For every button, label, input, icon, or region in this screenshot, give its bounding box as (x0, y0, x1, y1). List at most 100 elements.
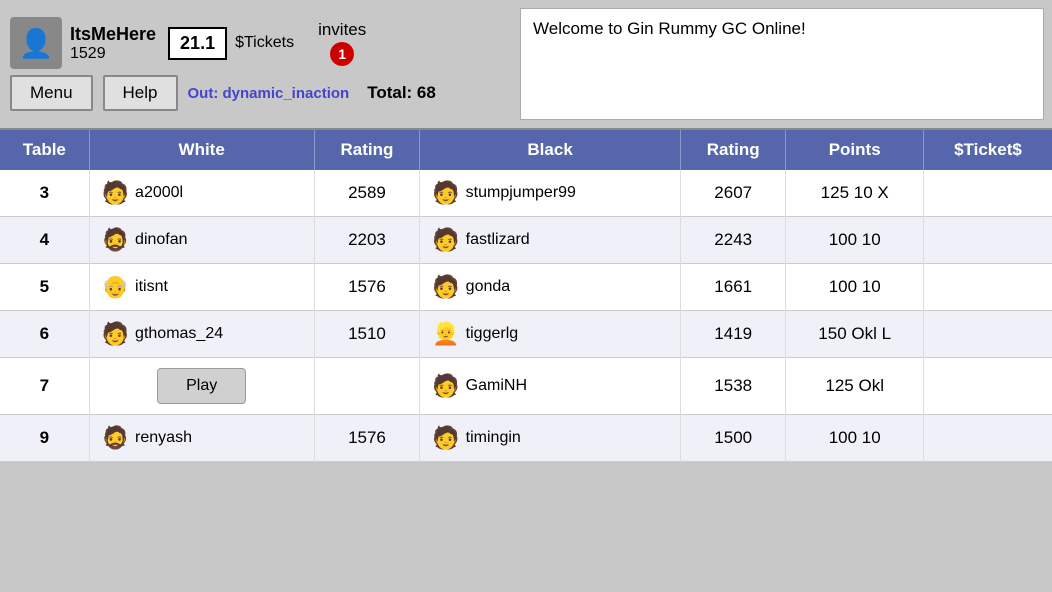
white-avatar: 🧑 (102, 321, 129, 347)
black-player-cell: 🧑 GamiNH (420, 358, 681, 415)
total-text: Total: 68 (367, 83, 436, 103)
black-name: gonda (466, 278, 511, 296)
points-cell: 100 10 (786, 217, 923, 264)
col-rating-white: Rating (314, 130, 420, 170)
play-button[interactable]: Play (157, 368, 246, 404)
table-row: 5 👴 itisnt 1576 🧑 gonda 1661100 10 (0, 264, 1052, 311)
table-row: 3 🧑 a2000l 2589 🧑 stumpjumper99 2607125 10 X (0, 170, 1052, 217)
black-player-cell: 👱 tiggerlg (420, 311, 681, 358)
white-player-cell: 🧔 dinofan (89, 217, 314, 264)
tickets-cell (923, 415, 1052, 462)
table-row: 7 Play 🧑 GamiNH 1538125 Okl (0, 358, 1052, 415)
col-table: Table (0, 130, 89, 170)
white-player-cell: 🧑 gthomas_24 (89, 311, 314, 358)
white-avatar: 🧑 (102, 180, 129, 206)
table-number: 7 (0, 358, 89, 415)
game-table: Table White Rating Black Rating Points $… (0, 130, 1052, 462)
col-rating-black: Rating (680, 130, 786, 170)
tickets-cell (923, 217, 1052, 264)
white-player-cell: 👴 itisnt (89, 264, 314, 311)
username-label: ItsMeHere (70, 24, 156, 45)
black-rating: 2607 (680, 170, 786, 217)
black-name: GamiNH (466, 377, 527, 395)
black-avatar: 🧑 (432, 425, 459, 451)
tickets-cell (923, 264, 1052, 311)
header: 👤 ItsMeHere 1529 21.1 $Tickets invites 1… (0, 0, 1052, 130)
table-number: 3 (0, 170, 89, 217)
user-panel: 👤 ItsMeHere 1529 21.1 $Tickets invites 1… (0, 0, 520, 128)
points-cell: 150 Okl L (786, 311, 923, 358)
black-player-cell: 🧑 fastlizard (420, 217, 681, 264)
welcome-text: Welcome to Gin Rummy GC Online! (533, 19, 806, 38)
black-name: stumpjumper99 (466, 184, 576, 202)
table-number: 6 (0, 311, 89, 358)
tickets-cell (923, 358, 1052, 415)
points-cell: 125 Okl (786, 358, 923, 415)
table-row: 6 🧑 gthomas_24 1510 👱 tiggerlg 1419150 Okl L (0, 311, 1052, 358)
white-rating (314, 358, 420, 415)
black-rating: 1500 (680, 415, 786, 462)
points-cell: 100 10 (786, 415, 923, 462)
black-name: tiggerlg (466, 325, 518, 343)
white-avatar: 🧔 (102, 227, 129, 253)
white-rating: 1576 (314, 415, 420, 462)
tickets-label: $Tickets (235, 34, 294, 52)
white-name: a2000l (135, 184, 183, 202)
table-container: Table White Rating Black Rating Points $… (0, 130, 1052, 592)
menu-button[interactable]: Menu (10, 75, 93, 111)
col-tickets: $Ticket$ (923, 130, 1052, 170)
avatar: 👤 (10, 17, 62, 69)
white-rating: 1576 (314, 264, 420, 311)
black-avatar: 🧑 (432, 274, 459, 300)
black-player-cell: 🧑 gonda (420, 264, 681, 311)
invites-badge[interactable]: 1 (330, 42, 354, 66)
black-player-cell: 🧑 stumpjumper99 (420, 170, 681, 217)
black-rating: 1419 (680, 311, 786, 358)
table-number: 5 (0, 264, 89, 311)
tickets-box: 21.1 (168, 27, 227, 60)
table-row: 4 🧔 dinofan 2203 🧑 fastlizard 2243100 10 (0, 217, 1052, 264)
white-avatar: 🧔 (102, 425, 129, 451)
white-name: gthomas_24 (135, 325, 223, 343)
white-avatar: 👴 (102, 274, 129, 300)
invites-label: invites (318, 20, 366, 40)
out-status-text: Out: dynamic_inaction (188, 85, 350, 102)
user-top: 👤 ItsMeHere 1529 21.1 $Tickets invites 1 (10, 17, 510, 69)
white-name: itisnt (135, 278, 168, 296)
black-name: timingin (466, 429, 521, 447)
tickets-cell (923, 311, 1052, 358)
black-avatar: 🧑 (432, 227, 459, 253)
table-number: 4 (0, 217, 89, 264)
table-header: Table White Rating Black Rating Points $… (0, 130, 1052, 170)
black-player-cell: 🧑 timingin (420, 415, 681, 462)
black-name: fastlizard (466, 231, 530, 249)
white-rating: 2589 (314, 170, 420, 217)
header-row: Table White Rating Black Rating Points $… (0, 130, 1052, 170)
user-rating-label: 1529 (70, 45, 156, 63)
tickets-value: 21.1 (180, 33, 215, 53)
username-rating: ItsMeHere 1529 (70, 24, 156, 63)
white-name: renyash (135, 429, 192, 447)
black-avatar: 🧑 (432, 373, 459, 399)
points-cell: 100 10 (786, 264, 923, 311)
white-player-cell: 🧔 renyash (89, 415, 314, 462)
white-rating: 2203 (314, 217, 420, 264)
game-tbody: 3🧑a2000l2589🧑stumpjumper992607125 10 X4🧔… (0, 170, 1052, 462)
welcome-panel: Welcome to Gin Rummy GC Online! (520, 8, 1044, 120)
table-row: 9 🧔 renyash 1576 🧑 timingin 1500100 10 (0, 415, 1052, 462)
black-avatar: 👱 (432, 321, 459, 347)
black-avatar: 🧑 (432, 180, 459, 206)
points-cell: 125 10 X (786, 170, 923, 217)
tickets-cell (923, 170, 1052, 217)
white-name: dinofan (135, 231, 188, 249)
col-points: Points (786, 130, 923, 170)
black-rating: 2243 (680, 217, 786, 264)
help-button[interactable]: Help (103, 75, 178, 111)
invites-box[interactable]: invites 1 (318, 20, 366, 66)
black-rating: 1538 (680, 358, 786, 415)
col-white: White (89, 130, 314, 170)
table-number: 9 (0, 415, 89, 462)
avatar-icon: 👤 (19, 27, 54, 60)
white-rating: 1510 (314, 311, 420, 358)
black-rating: 1661 (680, 264, 786, 311)
